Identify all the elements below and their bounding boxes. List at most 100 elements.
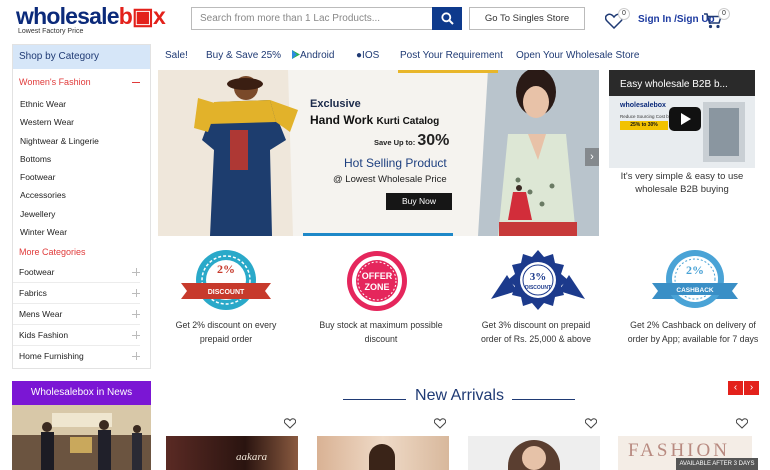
news-panel: Wholesalebox in News [12,381,151,470]
badge-text-bottom: CASHBACK [676,287,714,294]
banner-bottom-accent [303,233,453,236]
singles-store-button[interactable]: Go To Singles Store [469,7,585,30]
section-divider-right [512,399,575,400]
news-heading: Wholesalebox in News [12,381,151,405]
banner-buy-now-button[interactable]: Buy Now [386,193,452,210]
wishlist-button[interactable]: 0 [605,8,631,30]
banner-save-pct: 30% [417,132,450,149]
banner-handwork-text: Hand Work [310,113,374,127]
sidebar-item-home-furnishing[interactable]: Home Furnishing [13,346,150,367]
logo-text-wholesale: wholesale [16,3,120,29]
heart-icon[interactable] [434,418,446,429]
expand-icon[interactable] [132,352,140,361]
womens-subcategory-list: Ethnic Wear Western Wear Nightwear & Lin… [13,95,150,241]
search-icon [440,12,454,25]
hero-banner[interactable]: Exclusive Hand Work Kurti Catalog Save U… [158,70,599,236]
badge-text-bottom: DISCOUNT [208,289,245,296]
nav-sale[interactable]: Sale! [165,44,188,68]
heart-icon[interactable] [284,418,296,429]
carousel-controls: ‹ › [728,381,760,395]
badge-text-bottom: DISCOUNT [525,285,551,291]
subcategory-winter-wear[interactable]: Winter Wear [13,223,150,241]
search-input[interactable] [191,7,433,30]
nav-post-requirement[interactable]: Post Your Requirement [400,44,503,68]
offer-text: Get 2% Cashback on delivery of order by … [627,320,759,344]
offer-zone-badge[interactable]: OFFER ZONE [346,250,408,317]
offer-3pct-discount-badge[interactable]: 3% DISCOUNT [491,249,585,316]
nav-open-store[interactable]: Open Your Wholesale Store [516,44,639,68]
heart-icon[interactable] [736,418,748,429]
sidebar-item-footwear[interactable]: Footwear [13,262,150,284]
sidebar-item-kids-fashion[interactable]: Kids Fashion [13,325,150,347]
heart-icon[interactable] [585,418,597,429]
sidebar-item-mens-wear[interactable]: Mens Wear [13,304,150,326]
carousel-prev-button[interactable]: ‹ [728,381,743,395]
more-categories-heading: More Categories [19,247,86,258]
subcategory-ethnic-wear[interactable]: Ethnic Wear [13,95,150,113]
nav-buy-save[interactable]: Buy & Save 25% [206,44,281,68]
product-card[interactable]: aakara [166,436,298,470]
banner-next-arrow[interactable]: › [585,148,599,166]
play-button[interactable] [669,107,701,131]
product-card[interactable] [317,436,449,470]
subcategory-jewellery[interactable]: Jewellery [13,205,150,223]
subcategory-footwear[interactable]: Footwear [13,168,150,186]
sidebar-item-label: Kids Fashion [19,330,69,341]
sidebar-item-fabrics[interactable]: Fabrics [13,283,150,305]
expand-icon[interactable] [132,289,140,298]
banner-lowest-price: @ Lowest Wholesale Price [333,174,447,185]
badge-text-bottom: ZONE [364,282,389,292]
sidebar-item-womens-fashion[interactable]: Women's Fashion [13,77,150,89]
expand-icon[interactable] [132,331,140,340]
logo-tagline: Lowest Factory Price [18,28,84,35]
banner-save: Save Up to: 30% [374,132,449,150]
product-image-detail [369,444,395,470]
cart-button[interactable]: 0 [703,8,731,30]
subcategory-bottoms[interactable]: Bottoms [13,150,150,168]
subcategory-western-wear[interactable]: Western Wear [13,113,150,131]
search-button[interactable] [432,7,462,30]
nav-ios-label: IOS [362,50,380,61]
nav-android[interactable]: Android [292,44,334,68]
offer-zone-icon: OFFER ZONE [347,251,407,311]
subcategory-accessories[interactable]: Accessories [13,186,150,204]
cart-count-badge: 0 [718,8,730,20]
nav-ios[interactable]: ●IOS [356,44,379,68]
product-brand-label: aakara [236,451,268,463]
video-title: Easy wholesale B2B b... [620,79,728,90]
product-card[interactable] [468,436,600,470]
offer-2pct-discount-badge[interactable]: 2% DISCOUNT [181,249,271,316]
banner-kurti-text: Kurti Catalog [376,116,440,127]
wishlist-count-badge: 0 [618,8,630,20]
subcategory-nightwear-lingerie[interactable]: Nightwear & Lingerie [13,132,150,150]
play-icon [680,113,691,125]
sidebar-item-label: Footwear [19,267,55,278]
logo-text-b: b [118,3,133,29]
video-player[interactable]: Easy wholesale B2B b... wholesalebox Red… [609,70,755,168]
product-image-detail [522,446,546,470]
banner-hot-selling: Hot Selling Product [344,156,447,170]
banner-top-accent [398,70,498,73]
news-photo-art [12,405,151,470]
cashback-badge-icon: 2% CASHBACK [652,250,738,308]
expand-icon[interactable] [132,310,140,319]
sidebar-item-label: Women's Fashion [19,77,91,87]
expand-icon[interactable] [132,268,140,277]
news-photo[interactable] [12,405,151,470]
sidebar-item-label: Home Furnishing [19,351,84,362]
logo-text-x: x [152,3,166,29]
video-caption: It's very simple & easy to use wholesale… [620,171,744,195]
carousel-next-button[interactable]: › [744,381,759,395]
offer-cashback-badge[interactable]: 2% CASHBACK [652,249,738,316]
nav-android-label: Android [300,50,335,61]
discount-badge-icon: 2% DISCOUNT [181,250,271,310]
badge-text-top: 3% [530,271,547,283]
collapse-icon[interactable] [132,82,140,83]
sidebar-item-label: Mens Wear [19,309,63,320]
offer-text: Get 2% discount on every prepaid order [175,320,277,344]
badge-text-top: 2% [686,263,704,277]
site-logo[interactable]: wholesaleb▣x Lowest Factory Price [16,3,166,36]
video-inner-text: Reduce Sourcing Cost by [620,114,672,119]
top-navigation: Sale! Buy & Save 25% Android ●IOS Post Y… [152,44,770,68]
offer-text: Buy stock at maximum possible discount [319,320,443,344]
